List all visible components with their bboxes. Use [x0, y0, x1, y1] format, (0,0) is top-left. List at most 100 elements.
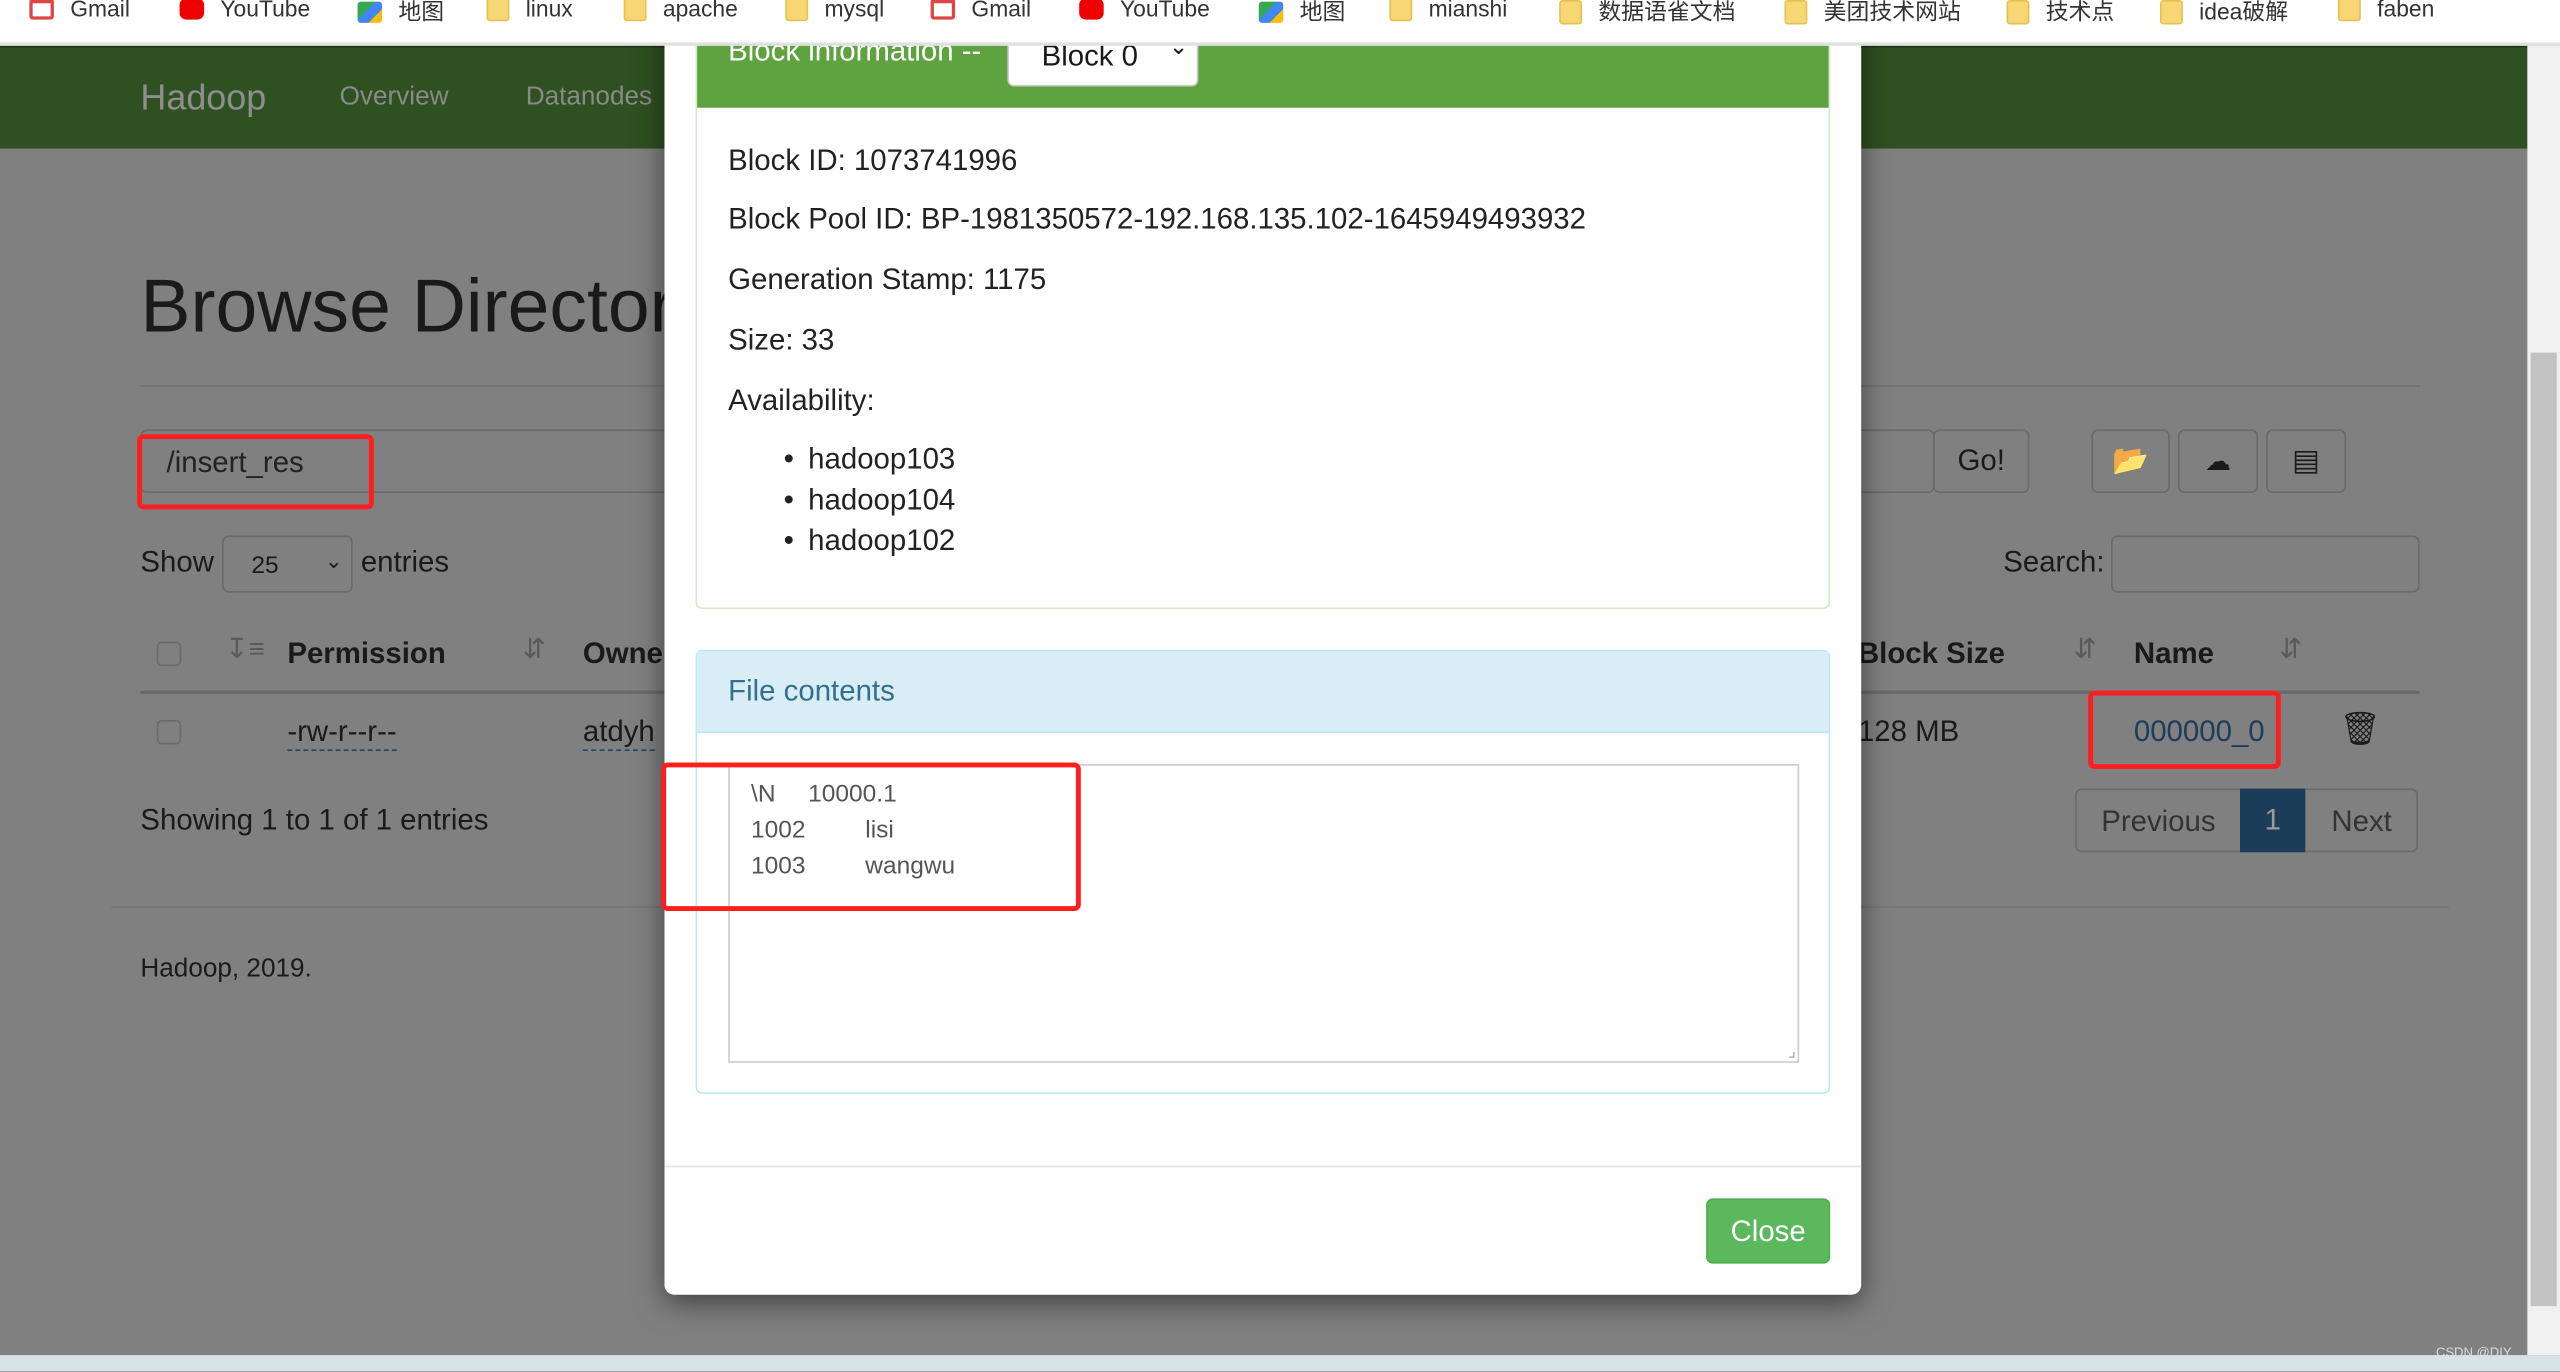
bookmark-mysql[interactable]: mysql [785, 0, 884, 21]
bookmark-maps[interactable]: 地图 [357, 0, 445, 28]
search-label: Search: [2003, 545, 2105, 578]
permission-cell[interactable]: -rw-r--r-- [287, 715, 397, 752]
maps-icon [1258, 0, 1284, 23]
search-input[interactable] [2111, 535, 2420, 593]
sort-arrows-icon[interactable]: ⇵ [2279, 633, 2302, 666]
taskbar [0, 1355, 2560, 1372]
block-id: Block ID: 1073741996 [728, 143, 1018, 177]
bookmark-linux[interactable]: linux [486, 0, 573, 22]
bookmark-label: 地图 [398, 0, 445, 25]
bookmark-youtube-2[interactable]: YouTube [1079, 0, 1210, 21]
bookmark-youtube[interactable]: YouTube [179, 0, 311, 22]
owner-cell[interactable]: atdyh [582, 715, 655, 752]
block-info-modal: Block information -- Block 0 ⌄ Block ID:… [664, 0, 1862, 1295]
folder-icon [486, 0, 510, 21]
bookmark-maps-2[interactable]: 地图 [1258, 0, 1346, 28]
showing-entries: Showing 1 to 1 of 1 entries [140, 803, 489, 836]
column-name[interactable]: Name [2134, 637, 2214, 671]
highlight-name [2088, 690, 2281, 769]
bookmark-label: idea破解 [2199, 0, 2289, 25]
footer-text: Hadoop, 2019. [140, 955, 312, 983]
previous-button[interactable]: Previous [2101, 805, 2215, 839]
create-directory-button[interactable]: 📂 [2091, 429, 2170, 494]
folder-icon [2337, 0, 2361, 21]
go-button[interactable]: Go! [1933, 429, 2030, 494]
bookmark-apache[interactable]: apache [623, 0, 738, 22]
next-button[interactable]: Next [2331, 805, 2391, 839]
folder-icon [1784, 0, 1808, 24]
folder-icon [785, 0, 809, 21]
availability-bullet: • [783, 442, 794, 476]
highlight-path [137, 434, 374, 510]
folder-icon [2159, 0, 2183, 24]
nav-datanodes[interactable]: Datanodes [526, 83, 652, 112]
bookmark-mianshi[interactable]: mianshi [1389, 0, 1507, 21]
folder-open-icon: 📂 [2112, 444, 2149, 477]
watermark: CSDN @DIY...... [2435, 1345, 2532, 1360]
nav-brand[interactable]: Hadoop [140, 77, 266, 119]
bookmark-label: 地图 [1299, 0, 1346, 25]
availability-bullet: • [783, 483, 794, 516]
youtube-icon [1079, 0, 1104, 19]
bookmark-idea[interactable]: idea破解 [2159, 0, 2289, 28]
folder-icon [1559, 0, 1583, 24]
bookmark-label: mysql [824, 0, 885, 22]
folder-icon [623, 0, 647, 21]
nav-overview[interactable]: Overview [340, 83, 449, 112]
select-all-checkbox[interactable] [156, 641, 182, 667]
entries-value: 25 [251, 551, 279, 580]
bookmark-label: YouTube [220, 0, 311, 22]
file-contents-header: File contents [697, 651, 1829, 734]
block-information-panel: Block information -- Block 0 ⌄ Block ID:… [695, 0, 1831, 609]
bookmark-label: Gmail [70, 0, 130, 22]
resize-handle-icon[interactable]: ⌟ [1788, 1043, 1796, 1061]
page-title: Browse Directory [140, 262, 713, 348]
bookmark-gmail[interactable]: Gmail [29, 0, 130, 21]
block-pool-id: Block Pool ID: BP-1981350572-192.168.135… [728, 202, 1586, 236]
trash-icon[interactable]: 🗑 [2340, 709, 2381, 750]
entries-select[interactable]: 25 ⌄ [222, 535, 353, 593]
folder-icon [1389, 0, 1413, 21]
bookmark-faben[interactable]: faben [2337, 0, 2435, 22]
column-owner[interactable]: Owner [583, 637, 674, 671]
bookmarks-bar: Gmail YouTube 地图 linux apache mysql Gmai… [0, 0, 2560, 46]
availability-label: Availability: [728, 383, 875, 417]
row-checkbox[interactable] [156, 719, 182, 745]
scrollbar-thumb[interactable] [2530, 352, 2557, 1307]
list-icon: ▤ [2292, 444, 2320, 477]
cut-paste-button[interactable]: ▤ [2266, 429, 2347, 494]
bookmark-label: mianshi [1428, 0, 1508, 22]
bookmark-label: linux [525, 0, 573, 22]
block-size-cell: 128 MB [1857, 715, 1960, 748]
column-block-size[interactable]: Block Size [1858, 637, 2005, 671]
sort-icon[interactable]: ↧≡ [225, 633, 264, 666]
availability-item: hadoop104 [808, 483, 956, 516]
bookmark-label: faben [2377, 0, 2435, 22]
bookmark-label: 美团技术网站 [1823, 0, 1961, 25]
sort-arrows-icon[interactable]: ⇵ [522, 633, 545, 666]
chevron-down-icon: ⌄ [324, 548, 343, 574]
bookmark-label: 技术点 [2045, 0, 2115, 25]
bookmark-label: YouTube [1119, 0, 1210, 22]
bookmark-yuque[interactable]: 数据语雀文档 [1559, 0, 1736, 28]
gmail-icon [29, 0, 54, 19]
upload-button[interactable]: ☁ [2177, 429, 2258, 494]
file-contents-title: File contents [728, 674, 895, 707]
close-button[interactable]: Close [1706, 1198, 1831, 1264]
bookmark-meituan[interactable]: 美团技术网站 [1784, 0, 1961, 28]
highlight-file-contents [661, 762, 1081, 912]
block-size: Size: 33 [728, 323, 835, 356]
column-permission[interactable]: Permission [287, 637, 445, 671]
bookmark-label: Gmail [971, 0, 1032, 22]
sort-arrows-icon[interactable]: ⇵ [2073, 633, 2096, 666]
maps-icon [357, 0, 383, 23]
show-label: Show [140, 545, 214, 578]
availability-item: hadoop102 [808, 524, 956, 557]
bookmark-tech[interactable]: 技术点 [2006, 0, 2115, 28]
bookmark-label: 数据语雀文档 [1598, 0, 1736, 25]
bookmark-label: apache [662, 0, 738, 22]
folder-icon [2006, 0, 2030, 24]
bookmark-gmail-2[interactable]: Gmail [930, 0, 1032, 22]
browser-viewport: Gmail YouTube 地图 linux apache mysql Gmai… [0, 0, 2560, 1372]
page-1-button[interactable]: 1 [2239, 788, 2306, 853]
